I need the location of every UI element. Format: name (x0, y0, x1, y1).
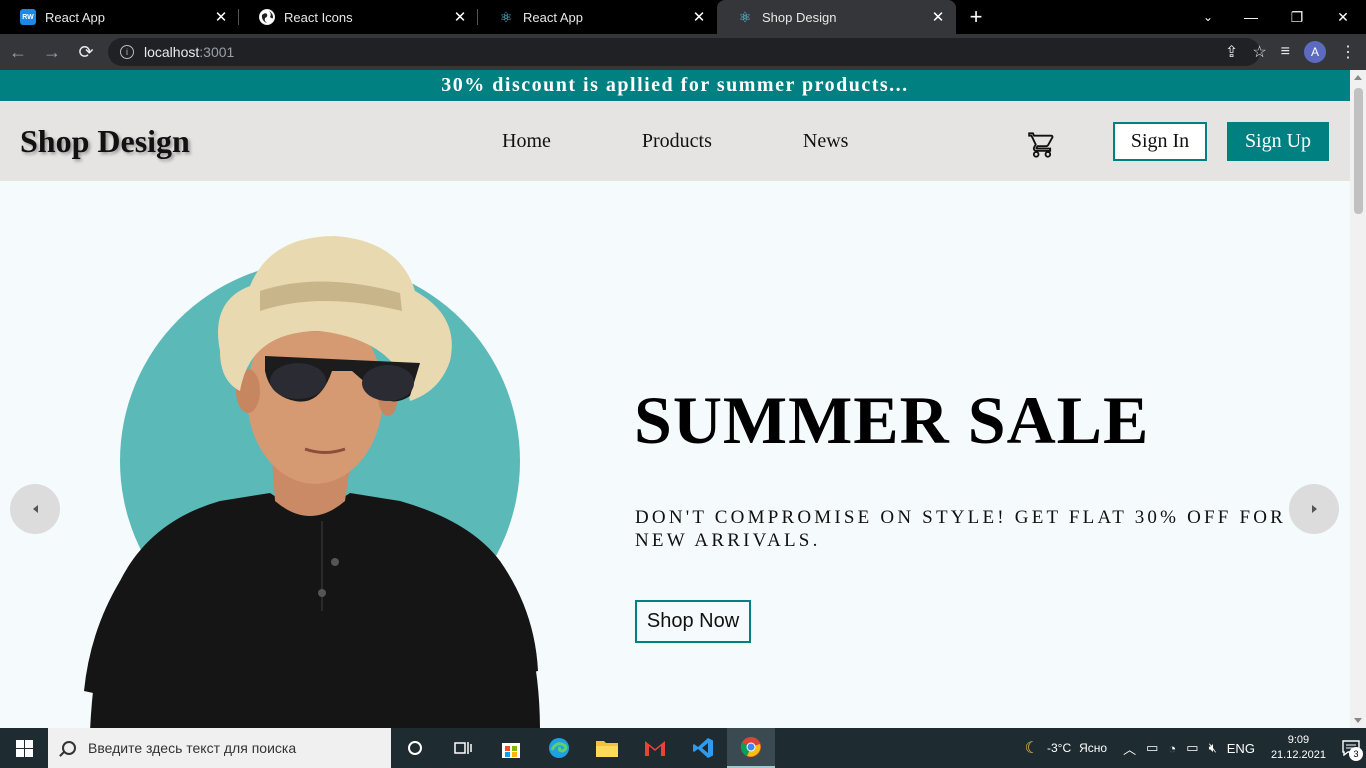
close-icon[interactable]: ✕ (209, 5, 233, 29)
gmail-icon[interactable] (631, 728, 679, 768)
tab-title: React App (45, 9, 105, 25)
browser-tab-bar: RW React App ✕ React Icons ✕ ⚛ React App… (0, 0, 1366, 34)
hero-title: SUMMER SALE (634, 382, 1150, 458)
taskbar-apps (391, 728, 775, 768)
close-icon[interactable]: ✕ (687, 5, 711, 29)
info-icon[interactable]: i (120, 45, 134, 59)
taskbar-search-placeholder: Введите здесь текст для поиска (88, 740, 297, 756)
tab-react-app-1[interactable]: RW React App ✕ (0, 0, 239, 34)
chevron-up-icon[interactable]: ︿ (1123, 739, 1136, 758)
react-icon: ⚛ (499, 8, 513, 25)
toolbar-right: ⇪ ☆ ≡ A ⋮ (1225, 38, 1356, 66)
scroll-up-icon[interactable] (1354, 75, 1362, 80)
bookmark-star-icon[interactable]: ☆ (1252, 42, 1266, 62)
meet-now-icon[interactable]: ▭ (1146, 740, 1158, 756)
tab-title: React Icons (284, 9, 353, 25)
url-input[interactable]: i localhost:3001 (108, 38, 1260, 66)
close-icon[interactable]: ✕ (926, 5, 950, 29)
vscode-icon[interactable] (679, 728, 727, 768)
cart-icon[interactable] (1028, 131, 1056, 159)
system-clock[interactable]: 9:09 21.12.2021 (1271, 733, 1326, 763)
battery-icon[interactable]: ▭ (1186, 740, 1198, 756)
microsoft-store-icon[interactable] (487, 728, 535, 768)
new-tab-button[interactable]: + (956, 0, 996, 34)
shop-now-button[interactable]: Shop Now (635, 600, 751, 643)
notification-center-button[interactable]: 3 (1336, 728, 1366, 768)
network-icon[interactable]: ◔ (1168, 741, 1176, 756)
chrome-icon[interactable] (727, 728, 775, 768)
weather-widget[interactable]: ☾ -3°C Ясно (1025, 738, 1107, 758)
nav-home[interactable]: Home (502, 130, 551, 153)
slider-next-button[interactable] (1289, 484, 1339, 534)
reactwind-icon: RW (20, 9, 36, 25)
tab-title: React App (523, 9, 583, 25)
back-button[interactable]: ← (2, 36, 34, 68)
minimize-button[interactable]: — (1228, 0, 1274, 34)
tab-title: Shop Design (762, 9, 837, 25)
reload-button[interactable]: ⟳ (70, 36, 102, 68)
clock-date: 21.12.2021 (1270, 749, 1326, 761)
taskbar-search-input[interactable]: Введите здесь текст для поиска (48, 728, 391, 768)
share-icon[interactable]: ⇪ (1225, 42, 1238, 62)
scrollbar-thumb[interactable] (1354, 88, 1363, 214)
url-port: :3001 (199, 44, 235, 60)
weather-temp: -3°C (1046, 741, 1072, 755)
media-control-icon[interactable]: ≡ (1281, 43, 1290, 61)
forward-button[interactable]: → (36, 36, 68, 68)
nav-news[interactable]: News (803, 130, 849, 153)
react-icon: ⚛ (738, 8, 752, 25)
start-button[interactable] (0, 728, 48, 768)
announcement-bar: 30% discount is apllied for summer produ… (0, 70, 1350, 101)
sign-in-button[interactable]: Sign In (1113, 122, 1207, 161)
page-scrollbar[interactable] (1350, 70, 1366, 728)
close-icon[interactable]: ✕ (448, 5, 472, 29)
notification-count: 3 (1349, 747, 1363, 761)
tab-search-icon[interactable]: ⌄ (1188, 0, 1228, 34)
clock-time: 9:09 (1287, 734, 1310, 746)
windows-logo-icon (15, 739, 33, 757)
windows-taskbar: Введите здесь текст для поиска ☾ -3°C Яс… (0, 728, 1366, 768)
tab-react-icons[interactable]: React Icons ✕ (239, 0, 478, 34)
nav-products[interactable]: Products (642, 130, 712, 153)
edge-browser-icon[interactable] (535, 728, 583, 768)
close-window-button[interactable]: ✕ (1320, 0, 1366, 34)
arrow-left-icon (32, 505, 38, 513)
address-bar: ← → ⟳ i localhost:3001 ⇪ ☆ ≡ A ⋮ (0, 34, 1366, 70)
site-logo[interactable]: Shop Design (20, 123, 190, 160)
cortana-icon[interactable] (391, 728, 439, 768)
url-host: localhost (144, 44, 200, 60)
sign-up-button[interactable]: Sign Up (1227, 122, 1329, 161)
language-indicator[interactable]: ENG (1227, 741, 1255, 756)
page-viewport: 30% discount is apllied for summer produ… (0, 70, 1350, 728)
hero-description: DON'T COMPROMISE ON STYLE! GET FLAT 30% … (635, 507, 1287, 551)
window-controls: ⌄ — ❐ ✕ (1188, 0, 1366, 34)
globe-icon (259, 9, 275, 25)
arrow-right-icon (1311, 505, 1317, 513)
volume-muted-icon[interactable]: 🔇︎ (1209, 740, 1217, 756)
slider-prev-button[interactable] (10, 484, 60, 534)
scroll-down-icon[interactable] (1354, 718, 1362, 723)
search-icon (62, 741, 76, 755)
tab-shop-design[interactable]: ⚛ Shop Design ✕ (717, 0, 956, 34)
model-image (84, 236, 540, 728)
restore-button[interactable]: ❐ (1274, 0, 1320, 34)
weather-text: Ясно (1079, 741, 1108, 755)
menu-dots-icon[interactable]: ⋮ (1340, 42, 1356, 62)
system-tray: ☾ -3°C Ясно ︿ ▭ ◔ ▭ 🔇︎ ENG 9:09 21.12.20… (1025, 728, 1366, 768)
tab-react-app-2[interactable]: ⚛ React App ✕ (478, 0, 717, 34)
file-explorer-icon[interactable] (583, 728, 631, 768)
hero-slider: SUMMER SALE DON'T COMPROMISE ON STYLE! G… (0, 181, 1350, 728)
site-navbar: Shop Design Home Products News Sign In S… (0, 101, 1350, 181)
profile-avatar[interactable]: A (1304, 41, 1326, 63)
moon-icon: ☾ (1024, 740, 1039, 757)
nav-menu: Home Products News (502, 130, 848, 153)
task-view-icon[interactable] (439, 728, 487, 768)
